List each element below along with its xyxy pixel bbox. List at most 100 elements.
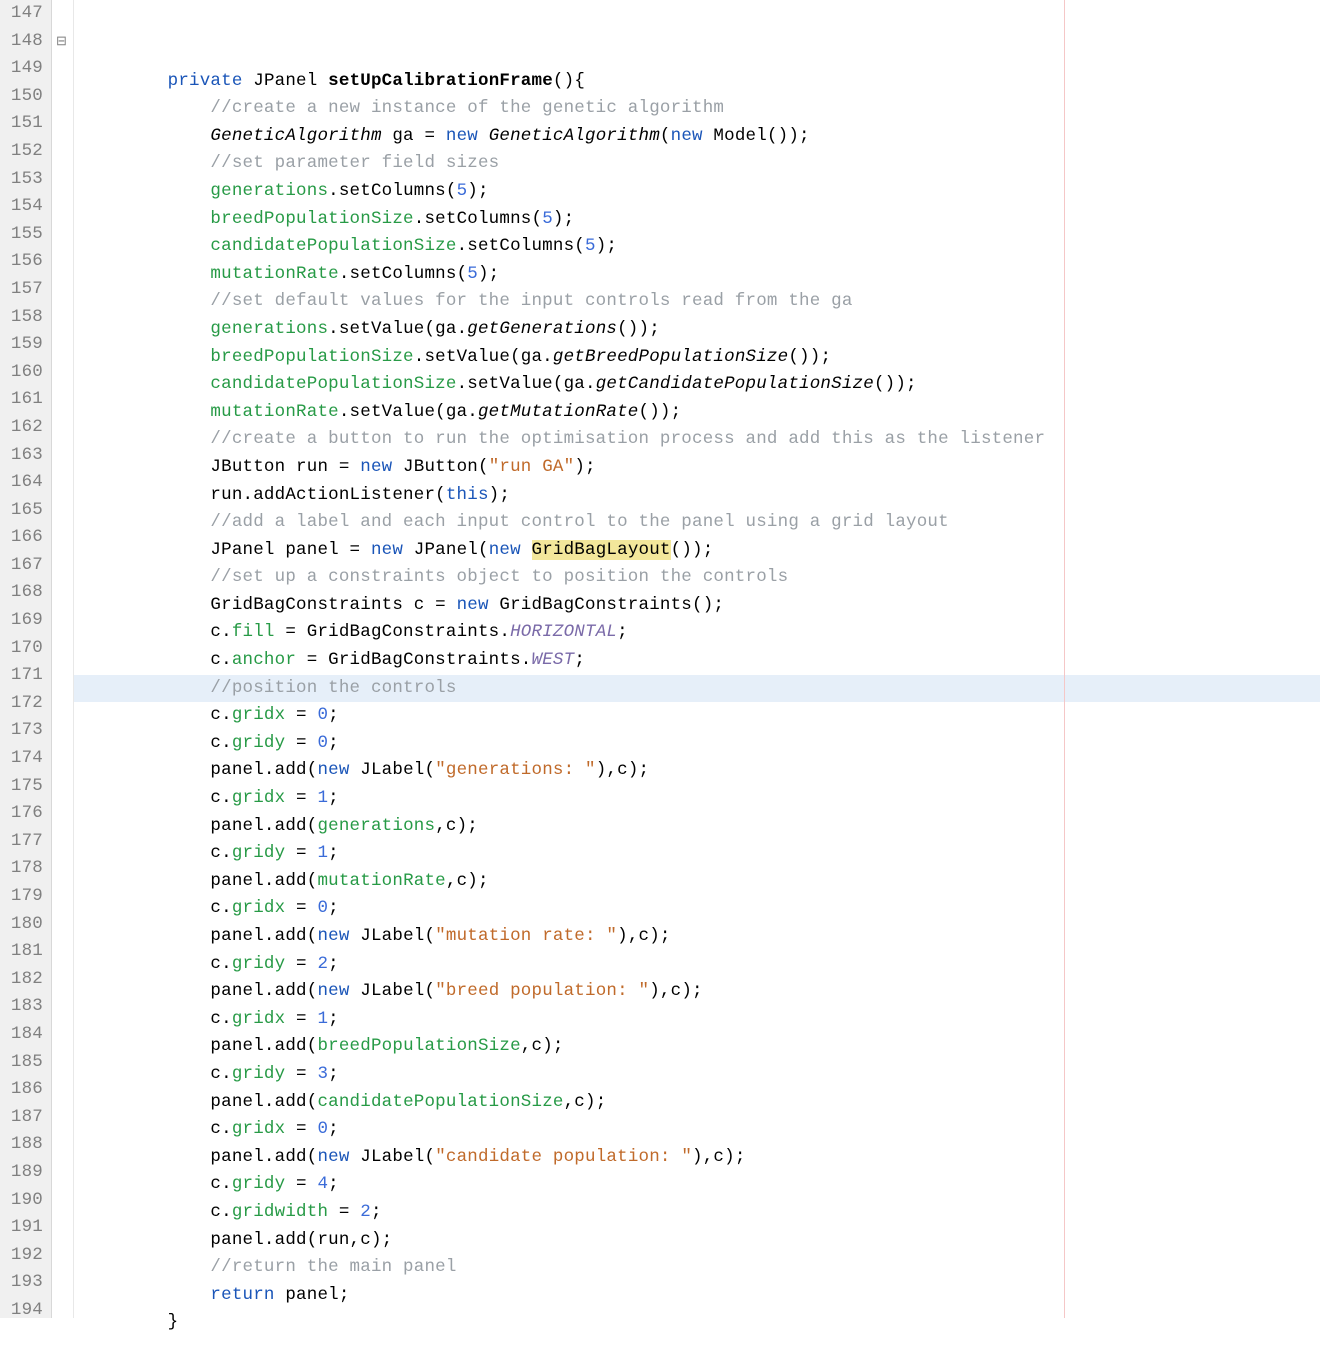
line-number[interactable]: 171 — [4, 662, 45, 690]
line-number[interactable]: 168 — [4, 579, 45, 607]
line-number[interactable]: 179 — [4, 883, 45, 911]
line-number[interactable]: 169 — [4, 607, 45, 635]
code-line[interactable]: //create a button to run the optimisatio… — [74, 426, 1320, 454]
line-number[interactable]: 160 — [4, 359, 45, 387]
line-number[interactable]: 184 — [4, 1021, 45, 1049]
line-number[interactable]: 152 — [4, 138, 45, 166]
line-number[interactable]: 159 — [4, 331, 45, 359]
line-number[interactable]: 175 — [4, 773, 45, 801]
code-line[interactable]: panel.add(new JLabel("candidate populati… — [74, 1144, 1320, 1172]
line-number[interactable]: 177 — [4, 828, 45, 856]
line-number[interactable]: 182 — [4, 966, 45, 994]
line-number[interactable]: 164 — [4, 469, 45, 497]
line-number[interactable]: 190 — [4, 1187, 45, 1215]
line-number[interactable]: 194 — [4, 1297, 45, 1325]
code-line[interactable]: c.gridy = 4; — [74, 1171, 1320, 1199]
code-line[interactable]: generations.setValue(ga.getGenerations()… — [74, 316, 1320, 344]
line-number[interactable]: 154 — [4, 193, 45, 221]
code-line[interactable]: return panel; — [74, 1282, 1320, 1310]
line-number[interactable]: 149 — [4, 55, 45, 83]
code-line[interactable]: //create a new instance of the genetic a… — [74, 95, 1320, 123]
line-number[interactable]: 163 — [4, 442, 45, 470]
line-number[interactable]: 166 — [4, 524, 45, 552]
code-line[interactable]: //set default values for the input contr… — [74, 288, 1320, 316]
line-number[interactable]: 167 — [4, 552, 45, 580]
code-line[interactable]: GeneticAlgorithm ga = new GeneticAlgorit… — [74, 123, 1320, 151]
line-number[interactable]: 188 — [4, 1131, 45, 1159]
line-number[interactable]: 148 — [4, 28, 45, 56]
line-number[interactable]: 153 — [4, 166, 45, 194]
line-number[interactable]: 162 — [4, 414, 45, 442]
line-number[interactable]: 147 — [4, 0, 45, 28]
line-number[interactable]: 172 — [4, 690, 45, 718]
code-line[interactable]: c.gridy = 2; — [74, 951, 1320, 979]
code-line[interactable]: panel.add(mutationRate,c); — [74, 868, 1320, 896]
code-line[interactable]: c.gridwidth = 2; — [74, 1199, 1320, 1227]
line-number[interactable]: 157 — [4, 276, 45, 304]
code-line[interactable]: c.gridy = 3; — [74, 1061, 1320, 1089]
code-line[interactable]: //position the controls — [74, 675, 1320, 703]
code-line[interactable]: c.gridx = 0; — [74, 1116, 1320, 1144]
line-number[interactable]: 180 — [4, 911, 45, 939]
code-line[interactable]: GridBagConstraints c = new GridBagConstr… — [74, 592, 1320, 620]
fold-collapse-icon[interactable]: ⊟ — [56, 34, 67, 49]
line-number[interactable]: 170 — [4, 635, 45, 663]
code-line[interactable]: mutationRate.setColumns(5); — [74, 261, 1320, 289]
code-line[interactable]: panel.add(new JLabel("generations: "),c)… — [74, 757, 1320, 785]
line-number[interactable]: 187 — [4, 1104, 45, 1132]
code-line[interactable]: private JPanel setUpCalibrationFrame(){ — [74, 68, 1320, 96]
line-number[interactable]: 150 — [4, 83, 45, 111]
code-line[interactable] — [74, 40, 1320, 68]
code-line[interactable]: breedPopulationSize.setValue(ga.getBreed… — [74, 344, 1320, 372]
line-number[interactable]: 181 — [4, 938, 45, 966]
line-number[interactable]: 192 — [4, 1242, 45, 1270]
line-number[interactable]: 185 — [4, 1049, 45, 1077]
fold-gutter[interactable]: ⊟ — [52, 0, 74, 1318]
code-editor-area[interactable]: private JPanel setUpCalibrationFrame(){ … — [74, 0, 1320, 1318]
code-line[interactable]: c.gridx = 1; — [74, 785, 1320, 813]
line-number-gutter[interactable]: 1471481491501511521531541551561571581591… — [0, 0, 52, 1318]
code-line[interactable]: c.gridx = 1; — [74, 1006, 1320, 1034]
code-line[interactable]: //set parameter field sizes — [74, 150, 1320, 178]
code-line[interactable]: panel.add(candidatePopulationSize,c); — [74, 1089, 1320, 1117]
code-line[interactable]: candidatePopulationSize.setValue(ga.getC… — [74, 371, 1320, 399]
code-line[interactable] — [74, 1337, 1320, 1365]
line-number[interactable]: 174 — [4, 745, 45, 773]
line-number[interactable]: 176 — [4, 800, 45, 828]
line-number[interactable]: 165 — [4, 497, 45, 525]
code-line[interactable]: c.gridx = 0; — [74, 702, 1320, 730]
code-line[interactable]: c.gridy = 0; — [74, 730, 1320, 758]
code-line[interactable]: c.gridy = 1; — [74, 840, 1320, 868]
code-line[interactable]: panel.add(new JLabel("breed population: … — [74, 978, 1320, 1006]
code-line[interactable]: JButton run = new JButton("run GA"); — [74, 454, 1320, 482]
code-line[interactable]: breedPopulationSize.setColumns(5); — [74, 206, 1320, 234]
line-number[interactable]: 193 — [4, 1269, 45, 1297]
code-line[interactable]: panel.add(breedPopulationSize,c); — [74, 1033, 1320, 1061]
code-line[interactable]: c.fill = GridBagConstraints.HORIZONTAL; — [74, 619, 1320, 647]
code-line[interactable]: mutationRate.setValue(ga.getMutationRate… — [74, 399, 1320, 427]
code-line[interactable]: //set up a constraints object to positio… — [74, 564, 1320, 592]
code-line[interactable]: //return the main panel — [74, 1254, 1320, 1282]
line-number[interactable]: 156 — [4, 248, 45, 276]
code-line[interactable]: } — [74, 1309, 1320, 1337]
code-line[interactable]: run.addActionListener(this); — [74, 482, 1320, 510]
code-line[interactable]: JPanel panel = new JPanel(new GridBagLay… — [74, 537, 1320, 565]
line-number[interactable]: 189 — [4, 1159, 45, 1187]
code-line[interactable]: c.gridx = 0; — [74, 895, 1320, 923]
line-number[interactable]: 183 — [4, 993, 45, 1021]
line-number[interactable]: 155 — [4, 221, 45, 249]
code-line[interactable]: //add a label and each input control to … — [74, 509, 1320, 537]
code-line[interactable]: c.anchor = GridBagConstraints.WEST; — [74, 647, 1320, 675]
line-number[interactable]: 158 — [4, 304, 45, 332]
code-line[interactable]: panel.add(run,c); — [74, 1227, 1320, 1255]
code-line[interactable]: generations.setColumns(5); — [74, 178, 1320, 206]
code-line[interactable]: panel.add(generations,c); — [74, 813, 1320, 841]
line-number[interactable]: 173 — [4, 717, 45, 745]
line-number[interactable]: 178 — [4, 855, 45, 883]
code-line[interactable]: candidatePopulationSize.setColumns(5); — [74, 233, 1320, 261]
line-number[interactable]: 186 — [4, 1076, 45, 1104]
line-number[interactable]: 161 — [4, 386, 45, 414]
code-line[interactable]: panel.add(new JLabel("mutation rate: "),… — [74, 923, 1320, 951]
line-number[interactable]: 151 — [4, 110, 45, 138]
line-number[interactable]: 191 — [4, 1214, 45, 1242]
